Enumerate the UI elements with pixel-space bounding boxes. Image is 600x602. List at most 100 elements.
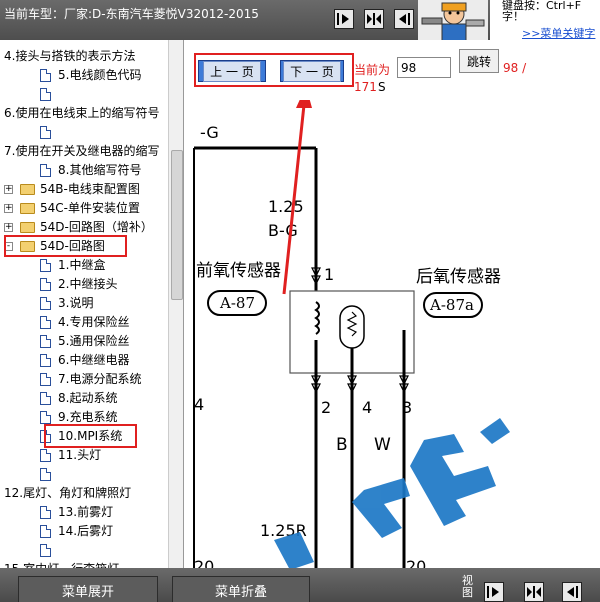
pin-1-label: 1 — [324, 265, 334, 284]
wire-w-label: W — [374, 435, 391, 455]
page-of-label: 98 / — [503, 61, 527, 75]
expand-toggle-icon[interactable]: + — [4, 185, 13, 194]
split-view-button[interactable] — [364, 9, 384, 29]
document-icon — [40, 69, 51, 82]
document-icon — [40, 411, 51, 424]
tree-item[interactable]: 8.其他缩写符号 — [0, 161, 168, 180]
mascot-image — [418, 0, 488, 44]
folder-highlight-box — [4, 235, 127, 257]
bottom-prev-view-button[interactable] — [562, 582, 582, 602]
tree-section[interactable]: 4.接头与搭铁的表示方法 — [0, 47, 168, 66]
tree-label: 8.其他缩写符号 — [58, 163, 142, 177]
tree-label: 4.专用保险丝 — [58, 315, 130, 329]
tree-item[interactable]: 14.后雾灯 — [0, 522, 168, 541]
tree-item[interactable] — [0, 85, 168, 104]
tree-item[interactable]: 13.前雾灯 — [0, 503, 168, 522]
tree-scroll-thumb[interactable] — [171, 150, 183, 300]
document-icon — [40, 164, 51, 177]
tree-item[interactable] — [0, 541, 168, 560]
tree-label: 6.中继继电器 — [58, 353, 130, 367]
tree-folder[interactable]: +54C-单件安装位置 — [0, 199, 168, 218]
hint-line-2: 字！ — [502, 10, 524, 23]
split-arrows-icon — [527, 586, 541, 598]
tree-section[interactable]: 15.室内灯、行李箱灯 — [0, 560, 168, 568]
tree-item[interactable]: 2.中继接头 — [0, 275, 168, 294]
selected-item-highlight-box — [44, 424, 137, 448]
document-icon — [40, 392, 51, 405]
menu-expand-button[interactable]: 菜单展开 — [18, 576, 158, 602]
unit-label: S — [378, 80, 386, 94]
tree-item[interactable]: 6.中继继电器 — [0, 351, 168, 370]
tree-section[interactable]: 6.使用在电线束上的缩写符号 — [0, 104, 168, 123]
rear-sensor-code: A-87a — [429, 296, 474, 314]
page-toolbar: 上 一 页 下 一 页 当前为 跳转 98 / 171 S — [184, 40, 600, 100]
tree-section[interactable]: 12.尾灯、角灯和牌照灯 — [0, 484, 168, 503]
expand-toggle-icon[interactable]: + — [4, 204, 13, 213]
vehicle-title: 当前车型：厂家:D-东南汽车菱悦V32012-2015 — [4, 7, 259, 21]
diagram-viewer: -G 1.25 B-G 前氧传感器 A-87 4 1 2 4 3 B W 后氧传… — [184, 40, 600, 568]
tree-section[interactable]: 7.使用在开关及继电器的缩写 — [0, 142, 168, 161]
mascot-mechanic-icon — [418, 0, 488, 44]
menu-tree: 4.接头与搭铁的表示方法 5.电线颜色代码 6.使用在电线束上的缩写符号 7.使用在开… — [0, 40, 184, 568]
current-page-label: 当前为 — [354, 63, 391, 77]
tree-item[interactable] — [0, 465, 168, 484]
bottom-bar: 菜单展开 菜单折叠 视图 — [0, 568, 600, 602]
tree-label: 8.起动系统 — [58, 391, 118, 405]
bottom-next-view-button[interactable] — [484, 582, 504, 602]
page-number-input[interactable] — [397, 57, 451, 78]
document-icon — [40, 354, 51, 367]
pin-2-label: 2 — [321, 398, 331, 417]
prev-view-button[interactable] — [394, 9, 414, 29]
total-pages-label: 171 — [354, 80, 377, 94]
tree-label: 12.尾灯、角灯和牌照灯 — [4, 486, 132, 500]
expand-toggle-icon[interactable]: + — [4, 223, 13, 232]
split-arrows-icon — [367, 13, 381, 25]
app-window: 当前车型：厂家:D-东南汽车菱悦V32012-2015 键盘按：Ctrl+F 字… — [0, 0, 600, 602]
tree-item[interactable]: 4.专用保险丝 — [0, 313, 168, 332]
tree-item[interactable]: 3.说明 — [0, 294, 168, 313]
tree-item[interactable]: 8.起动系统 — [0, 389, 168, 408]
document-icon — [40, 316, 51, 329]
tree-scrollbar[interactable] — [168, 40, 183, 568]
document-icon — [40, 506, 51, 519]
watermark-logo — [274, 418, 510, 568]
document-icon — [40, 373, 51, 386]
tree-item[interactable]: 5.通用保险丝 — [0, 332, 168, 351]
tree-label: 11.头灯 — [58, 448, 102, 462]
tree-label: 13.前雾灯 — [58, 505, 114, 519]
search-hint: 键盘按：Ctrl+F 字！ >>菜单关键字 — [490, 0, 600, 40]
document-icon — [40, 297, 51, 310]
tree-item[interactable]: 5.电线颜色代码 — [0, 66, 168, 85]
tree-label: 3.说明 — [58, 296, 94, 310]
tree-label: 54C-单件安装位置 — [40, 201, 140, 215]
annotation-arrow-line — [282, 85, 308, 295]
document-icon — [40, 88, 51, 101]
tree-folder[interactable]: +54B-电线束配置图 — [0, 180, 168, 199]
document-icon — [40, 544, 51, 557]
tree-label: 1.中继盒 — [58, 258, 106, 272]
tree-label: 15.室内灯、行李箱灯 — [4, 560, 119, 568]
jump-button[interactable]: 跳转 — [459, 49, 499, 73]
folder-icon — [20, 184, 35, 195]
rear-o2-sensor-label: 后氧传感器 — [416, 267, 501, 287]
tree-label: 7.使用在开关及继电器的缩写 — [4, 144, 160, 158]
wire-b-label: B — [336, 435, 348, 455]
bottom-split-view-button[interactable] — [524, 582, 544, 602]
left-pin-label: 4 — [194, 395, 204, 414]
tree-label: 5.电线颜色代码 — [58, 68, 142, 82]
view-label: 视图 — [462, 574, 473, 599]
tree-label: 14.后雾灯 — [58, 524, 114, 538]
document-icon — [40, 259, 51, 272]
tree-item[interactable]: 11.头灯 — [0, 446, 168, 465]
tree-label: 4.接头与搭铁的表示方法 — [4, 49, 136, 63]
tree-item[interactable] — [0, 123, 168, 142]
menu-keyword-link[interactable]: >>菜单关键字 — [522, 25, 595, 41]
document-icon — [40, 449, 51, 462]
wiring-diagram: -G 1.25 B-G 前氧传感器 A-87 4 1 2 4 3 B W 后氧传… — [193, 85, 510, 568]
next-view-button[interactable] — [334, 9, 354, 29]
tree-item[interactable]: 7.电源分配系统 — [0, 370, 168, 389]
menu-collapse-button[interactable]: 菜单折叠 — [172, 576, 310, 602]
folder-icon — [20, 203, 35, 214]
tree-item[interactable]: 1.中继盒 — [0, 256, 168, 275]
title-bar: 当前车型：厂家:D-东南汽车菱悦V32012-2015 键盘按：Ctrl+F 字… — [0, 0, 600, 44]
